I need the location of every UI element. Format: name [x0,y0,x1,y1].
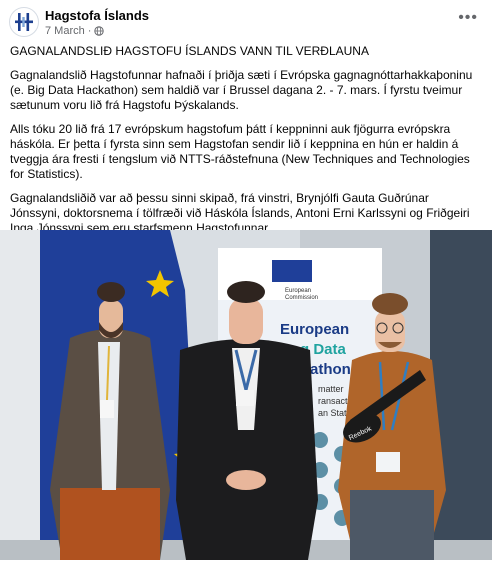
post-photo[interactable]: European Commission European g Data atho… [0,230,492,560]
post-date[interactable]: 7 March [45,25,85,37]
banner-org-line1: European [285,288,311,294]
facebook-post: Hagstofa Íslands 7 March · ••• GAGNALAND… [0,0,492,566]
banner-title-line3: athon [310,361,351,378]
banner-sub-line1: matter [318,384,344,394]
post-paragraph-2: Alls tóku 20 lið frá 17 evrópskum hagsto… [10,122,470,181]
page-avatar[interactable] [9,7,39,37]
globe-icon[interactable] [94,26,105,36]
post-text: GAGNALANDSLIÐ HAGSTOFU ÍSLANDS VANN TIL … [10,44,482,245]
post-meta: 7 March · [45,25,105,37]
page-name-link[interactable]: Hagstofa Íslands [45,8,149,23]
team-photo-illustration: European Commission European g Data atho… [0,230,492,560]
post-title: GAGNALANDSLIÐ HAGSTOFU ÍSLANDS VANN TIL … [10,44,369,58]
banner-title-line1: European [280,321,349,338]
banner-org-line2: Commission [285,295,318,301]
post-header: Hagstofa Íslands 7 March · ••• [0,0,492,44]
banner-sub-line3: an Stati [318,408,349,418]
banner-sub-line2: ransact [318,396,348,406]
hagstofa-logo-icon [15,13,33,31]
meta-separator: · [87,25,92,37]
more-options-icon[interactable]: ••• [458,9,478,27]
post-paragraph-1: Gagnalandslið Hagstofunnar hafnaði í þri… [10,68,473,112]
